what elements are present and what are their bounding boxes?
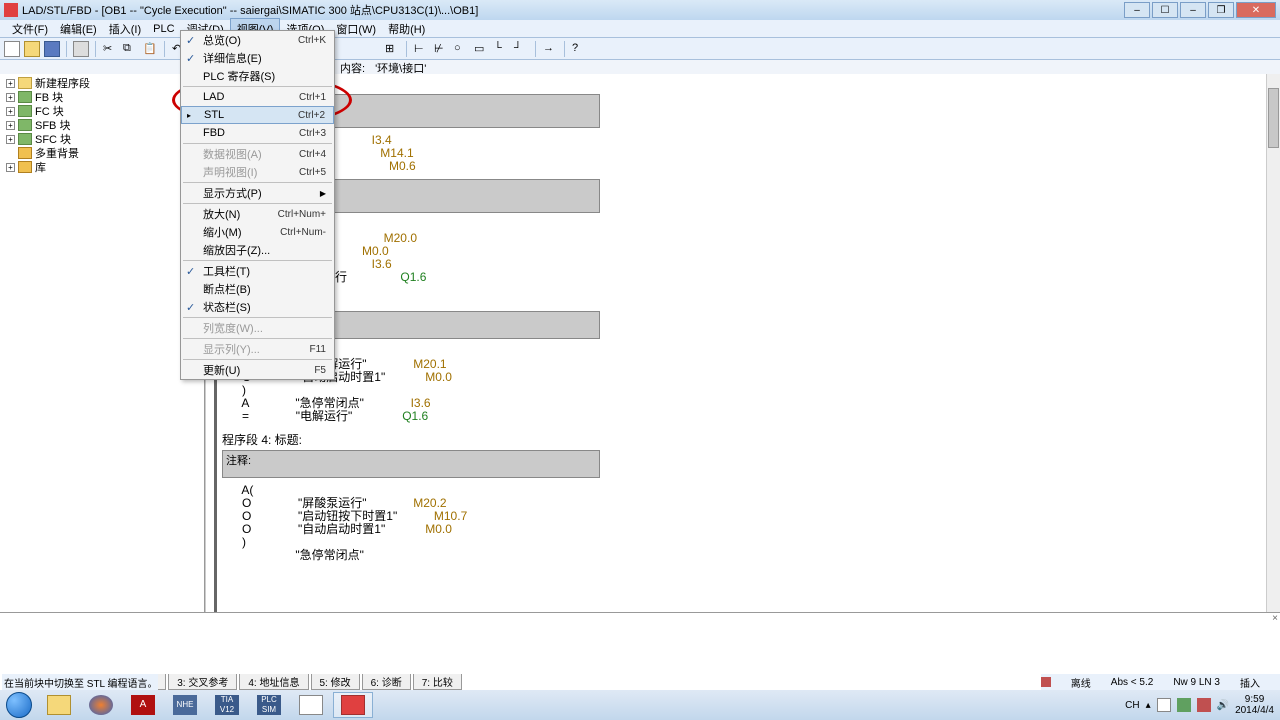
output-tab[interactable]: 7: 比较 <box>413 674 462 690</box>
copy-btn[interactable]: ⧉ <box>122 41 138 57</box>
menu-item: 声明视图(I)Ctrl+5 <box>181 163 334 181</box>
task-firefox[interactable] <box>81 692 121 718</box>
cut-btn[interactable]: ✂ <box>102 41 118 57</box>
menu-item[interactable]: 放大(N)Ctrl+Num+ <box>181 205 334 223</box>
minimize-button[interactable]: – <box>1124 2 1150 18</box>
menu-item[interactable]: ▸STLCtrl+2 <box>181 106 334 124</box>
output-tab[interactable]: 6: 诊断 <box>362 674 411 690</box>
contact2-btn[interactable]: ⊬ <box>433 41 449 57</box>
tray-av-icon[interactable] <box>1197 698 1211 712</box>
menu-item[interactable]: 缩放因子(Z)... <box>181 241 334 259</box>
menu-item[interactable]: LADCtrl+1 <box>181 88 334 106</box>
pane-close[interactable]: × <box>1272 613 1278 624</box>
menu-item: 列宽度(W)... <box>181 319 334 337</box>
tree-item[interactable]: +SFC 块 <box>2 132 202 146</box>
contact-btn[interactable]: ⊢ <box>413 41 429 57</box>
menu-2[interactable]: 插入(I) <box>103 19 147 39</box>
menu-item[interactable]: FBDCtrl+3 <box>181 124 334 142</box>
save-btn[interactable] <box>44 41 60 57</box>
menu-item: 数据视图(A)Ctrl+4 <box>181 145 334 163</box>
status-hint: 在当前块中切换至 STL 编程语言。 <box>2 674 158 690</box>
restore-button[interactable]: ❐ <box>1208 2 1234 18</box>
menu-item[interactable]: ✓详细信息(E) <box>181 49 334 67</box>
task-editor[interactable] <box>333 692 373 718</box>
status-abs: Abs < 5.2 <box>1111 677 1154 688</box>
menu-item[interactable]: ✓总览(O)Ctrl+K <box>181 31 334 49</box>
goto-btn[interactable]: → <box>542 41 558 57</box>
start-button[interactable] <box>0 690 38 720</box>
task-nhe[interactable]: NHE <box>165 692 205 718</box>
tree-panel: +新建程序段+FB 块+FC 块+SFB 块+SFC 块多重背景+库 程序元素 … <box>0 74 205 660</box>
menu-7[interactable]: 窗口(W) <box>330 19 382 39</box>
minimize-button-2[interactable]: – <box>1180 2 1206 18</box>
tray-flag-icon[interactable] <box>1157 698 1171 712</box>
menu-item[interactable]: ✓工具栏(T) <box>181 262 334 280</box>
code-editor[interactable]: weep (Cycle)" 点" I3.4 肝点" M14.1 肝中继" M0.… <box>205 74 1280 660</box>
menu-item: 显示列(Y)...F11 <box>181 340 334 358</box>
network-btn[interactable]: ⊞ <box>384 41 400 57</box>
system-tray[interactable]: CH ▴ 🔊 9:59 2014/4/4 <box>1125 694 1280 716</box>
menu-item[interactable]: 缩小(M)Ctrl+Num- <box>181 223 334 241</box>
view-menu-dropdown: ✓总览(O)Ctrl+K✓详细信息(E)PLC 寄存器(S) LADCtrl+1▸… <box>180 30 335 380</box>
status-insert: 插入 <box>1240 675 1260 690</box>
tray-vol-icon[interactable]: 🔊 <box>1217 700 1229 711</box>
menu-item[interactable]: 显示方式(P)▶ <box>181 184 334 202</box>
open-btn[interactable] <box>24 41 40 57</box>
paste-btn[interactable]: 📋 <box>142 41 158 57</box>
status-right: 离线 Abs < 5.2 Nw 9 LN 3 插入 <box>1041 674 1280 690</box>
menu-3[interactable]: PLC <box>147 21 180 37</box>
task-acrobat[interactable]: A <box>123 692 163 718</box>
output-tab[interactable]: 5: 修改 <box>311 674 360 690</box>
app-icon <box>4 3 18 17</box>
project-tree[interactable]: +新建程序段+FB 块+FC 块+SFB 块+SFC 块多重背景+库 <box>0 74 204 628</box>
print-btn[interactable] <box>73 41 89 57</box>
tree-item[interactable]: +FB 块 <box>2 90 202 104</box>
task-explorer[interactable] <box>39 692 79 718</box>
tray-net-icon[interactable] <box>1177 698 1191 712</box>
ime-indicator[interactable]: CH <box>1125 700 1139 711</box>
menu-item[interactable]: 断点栏(B) <box>181 280 334 298</box>
menu-8[interactable]: 帮助(H) <box>382 19 431 39</box>
box-btn[interactable]: ▭ <box>473 41 489 57</box>
vertical-scrollbar[interactable] <box>1266 74 1280 660</box>
close-button[interactable]: ✕ <box>1236 2 1276 18</box>
windows-taskbar: A NHE TIAV12 PLCSIM CH ▴ 🔊 9:59 2014/4/4 <box>0 690 1280 720</box>
branch2-btn[interactable]: ┘ <box>513 41 529 57</box>
menu-item[interactable]: 更新(U)F5 <box>181 361 334 379</box>
help-btn[interactable]: ? <box>571 41 587 57</box>
status-icon <box>1041 677 1051 687</box>
status-nw: Nw 9 LN 3 <box>1173 677 1220 688</box>
tree-item[interactable]: +库 <box>2 160 202 174</box>
menu-item[interactable]: ✓状态栏(S) <box>181 298 334 316</box>
menu-item[interactable]: PLC 寄存器(S) <box>181 67 334 85</box>
tree-item[interactable]: +SFB 块 <box>2 118 202 132</box>
task-tia[interactable]: TIAV12 <box>207 692 247 718</box>
tray-clock[interactable]: 9:59 2014/4/4 <box>1235 694 1274 716</box>
task-plcsim[interactable]: PLCSIM <box>249 692 289 718</box>
tree-item[interactable]: +FC 块 <box>2 104 202 118</box>
menu-1[interactable]: 编辑(E) <box>54 19 103 39</box>
tray-arrow-icon[interactable]: ▴ <box>1146 700 1151 711</box>
title-bar: LAD/STL/FBD - [OB1 -- "Cycle Execution" … <box>0 0 1280 20</box>
tree-item[interactable]: 多重背景 <box>2 146 202 160</box>
menu-0[interactable]: 文件(F) <box>6 19 54 39</box>
tree-item[interactable]: +新建程序段 <box>2 76 202 90</box>
coil-btn[interactable]: ○ <box>453 41 469 57</box>
branch-btn[interactable]: └ <box>493 41 509 57</box>
new-btn[interactable] <box>4 41 20 57</box>
window-title: LAD/STL/FBD - [OB1 -- "Cycle Execution" … <box>22 2 1122 18</box>
output-tab[interactable]: 4: 地址信息 <box>239 674 308 690</box>
task-snip[interactable] <box>291 692 331 718</box>
status-offline: 离线 <box>1071 675 1091 690</box>
output-tab[interactable]: 3: 交叉参考 <box>168 674 237 690</box>
maximize-button[interactable]: ☐ <box>1152 2 1178 18</box>
